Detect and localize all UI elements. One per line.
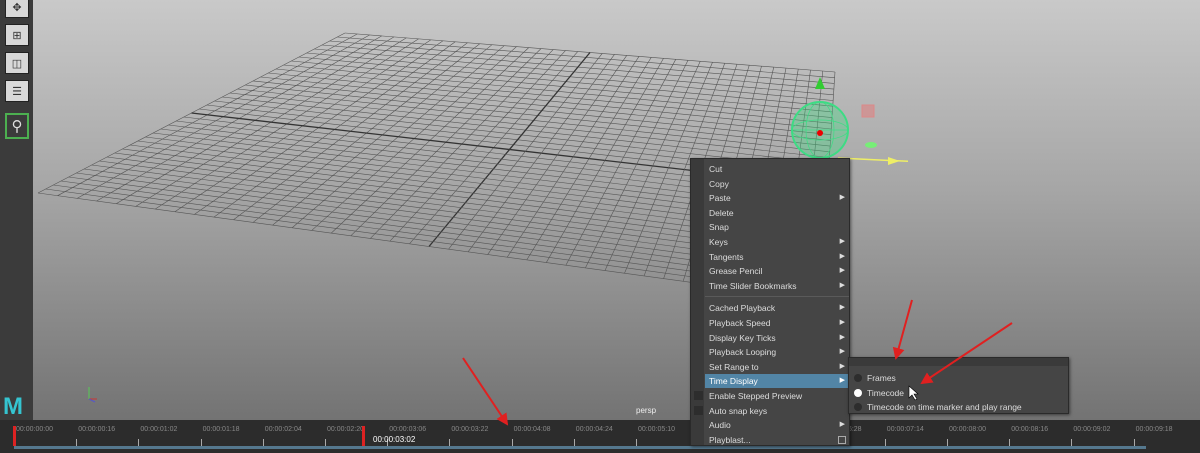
timeline-label: 00:00:08:00 bbox=[949, 426, 986, 433]
submenu-arrow-icon: ▶ bbox=[839, 252, 845, 260]
menu-item-label: Playblast... bbox=[709, 434, 751, 445]
search-icon[interactable]: ⚲ bbox=[5, 113, 29, 139]
menu-item-label: Display Key Ticks bbox=[709, 332, 776, 343]
submenu-arrow-icon: ▶ bbox=[839, 267, 845, 275]
timeline-label: 00:00:04:08 bbox=[513, 426, 551, 433]
submenu-arrow-icon: ▶ bbox=[839, 362, 845, 370]
menu-item-playback-speed[interactable]: Playback Speed ▶ bbox=[705, 316, 849, 330]
menu-item-label: Tangents bbox=[709, 251, 744, 262]
timeline-label: 00:00:02:20 bbox=[327, 426, 364, 433]
submenu-arrow-icon: ▶ bbox=[839, 377, 845, 385]
move-tool-icon[interactable]: ✥ bbox=[5, 0, 29, 18]
menu-item-tangents[interactable]: Tangents ▶ bbox=[705, 250, 849, 264]
menu-item-label: Delete bbox=[709, 207, 734, 218]
menu-item-delete[interactable]: Delete bbox=[705, 206, 849, 220]
maya-logo: M bbox=[3, 393, 23, 420]
submenu-arrow-icon: ▶ bbox=[839, 281, 845, 289]
menu-item-label: Snap bbox=[709, 222, 729, 233]
option-box-icon[interactable] bbox=[838, 435, 846, 444]
menu-item-cut[interactable]: Cut bbox=[705, 162, 849, 176]
timeline-label: 00:00:04:24 bbox=[575, 426, 613, 433]
menu-item-playblast[interactable]: Playblast... bbox=[705, 433, 849, 447]
two-view-layout-icon[interactable]: ◫ bbox=[5, 52, 29, 74]
timeline-label: 00:00:03:06 bbox=[389, 426, 427, 433]
menu-item-copy[interactable]: Copy bbox=[705, 177, 849, 191]
submenu-arrow-icon: ▶ bbox=[839, 238, 845, 245]
submenu-arrow-icon: ▶ bbox=[839, 194, 845, 202]
menu-item-paste[interactable]: Paste ▶ bbox=[705, 191, 849, 205]
menu-item-label: Enable Stepped Preview bbox=[709, 391, 803, 401]
timeline-label: 00:00:03:22 bbox=[451, 426, 489, 433]
submenu-arrow-icon: ▶ bbox=[839, 348, 845, 356]
axis-indicator-icon bbox=[88, 387, 97, 403]
four-view-layout-icon[interactable]: ⊞ bbox=[5, 24, 29, 46]
submenu-item[interactable]: Frames bbox=[867, 371, 896, 385]
submenu-arrow-icon: ▶ bbox=[839, 333, 845, 341]
menu-item-time-slider-bookmarks[interactable]: Time Slider Bookmarks ▶ bbox=[705, 279, 849, 293]
menu-item-snap[interactable]: Snap bbox=[705, 220, 849, 234]
menu-item-display-key-ticks[interactable]: Display Key Ticks ▶ bbox=[705, 331, 849, 345]
camera-label: persp bbox=[636, 406, 657, 415]
timeline-label: 00:00:02:04 bbox=[264, 426, 302, 433]
menu-item-label: Auto snap keys bbox=[709, 405, 768, 416]
timeline-label: 00:00:00:16 bbox=[78, 426, 116, 433]
menu-item-enable-stepped-preview[interactable]: Enable Stepped Preview bbox=[705, 389, 849, 403]
submenu-arrow-icon: ▶ bbox=[839, 319, 845, 326]
timeline-label: 00:00:07:14 bbox=[886, 426, 924, 433]
time-slider-bar bbox=[14, 446, 1146, 449]
current-time-marker[interactable] bbox=[362, 426, 365, 446]
submenu-arrow-icon: ▶ bbox=[839, 421, 845, 429]
radio-button[interactable] bbox=[854, 374, 862, 382]
outliner-icon[interactable]: ☰ bbox=[5, 80, 29, 102]
time-slider[interactable]: 00:00:00:00 00:00:00:16 00:00:01:02 00:00:0… bbox=[0, 420, 1200, 453]
timeline-label: 00:00:08:16 bbox=[1011, 426, 1049, 433]
radio-button[interactable] bbox=[854, 388, 862, 397]
menu-item-label: Audio bbox=[709, 420, 731, 431]
menu-item-cached-playback[interactable]: Cached Playback ▶ bbox=[705, 301, 849, 315]
menu-item-label: Playback Looping bbox=[709, 347, 777, 358]
menu-item-label: Playback Speed bbox=[709, 318, 771, 328]
time-slider-context-menu: Cut Copy Paste ▶ Delete Snap Keys ▶ Tangents ▶ Gre… bbox=[690, 158, 850, 446]
menu-item-playback-looping[interactable]: Playback Looping ▶ bbox=[705, 345, 849, 359]
menu-item-label: Cut bbox=[709, 164, 723, 174]
menu-item-keys[interactable]: Keys ▶ bbox=[705, 235, 849, 249]
timeline-label: 00:00:01:18 bbox=[202, 426, 240, 433]
checkbox[interactable] bbox=[694, 405, 703, 415]
menu-item-label: Grease Pencil bbox=[709, 266, 763, 277]
timeline-label: 00:00:05:10 bbox=[638, 426, 675, 433]
submenu-item[interactable]: Timecode bbox=[867, 386, 904, 400]
toolbox: ✥ ⊞ ◫ ☰ ⚲ M bbox=[0, 0, 33, 420]
menu-item-time-display[interactable]: Time Display ▶ bbox=[705, 374, 849, 389]
start-marker bbox=[13, 426, 16, 446]
menu-item-grease-pencil[interactable]: Grease Pencil ▶ bbox=[705, 264, 849, 278]
menu-item-label: Copy bbox=[709, 178, 729, 189]
menu-item-label: Paste bbox=[709, 193, 731, 204]
menu-item-label: Set Range to bbox=[709, 361, 759, 372]
submenu-arrow-icon: ▶ bbox=[839, 304, 845, 312]
submenu-item[interactable]: Timecode on time marker and play range bbox=[867, 400, 1022, 414]
menu-item-label: Time Slider Bookmarks bbox=[709, 280, 797, 291]
menu-item-set-range-to[interactable]: Set Range to ▶ bbox=[705, 360, 849, 374]
menu-item-label: Time Display bbox=[709, 376, 758, 387]
radio-button[interactable] bbox=[854, 403, 862, 412]
time-display-submenu: Frames Timecode Timecode on time marker an… bbox=[848, 357, 1069, 414]
checkbox[interactable] bbox=[694, 391, 703, 400]
menu-item-audio[interactable]: Audio ▶ bbox=[705, 418, 849, 432]
timeline-label: 00:00:01:02 bbox=[140, 426, 178, 433]
timeline-label: 00:00:00:00 bbox=[16, 426, 53, 433]
selected-sphere[interactable] bbox=[778, 75, 908, 170]
current-time-label: 00:00:03:02 bbox=[373, 435, 416, 444]
menu-separator bbox=[705, 296, 849, 298]
menu-item-label: Keys bbox=[709, 237, 728, 247]
menu-item-label: Cached Playback bbox=[709, 303, 776, 314]
timeline-label: 00:00:09:02 bbox=[1073, 426, 1111, 433]
timeline-label: 00:00:09:18 bbox=[1135, 426, 1173, 433]
menu-item-auto-snap-keys[interactable]: Auto snap keys bbox=[705, 404, 849, 418]
